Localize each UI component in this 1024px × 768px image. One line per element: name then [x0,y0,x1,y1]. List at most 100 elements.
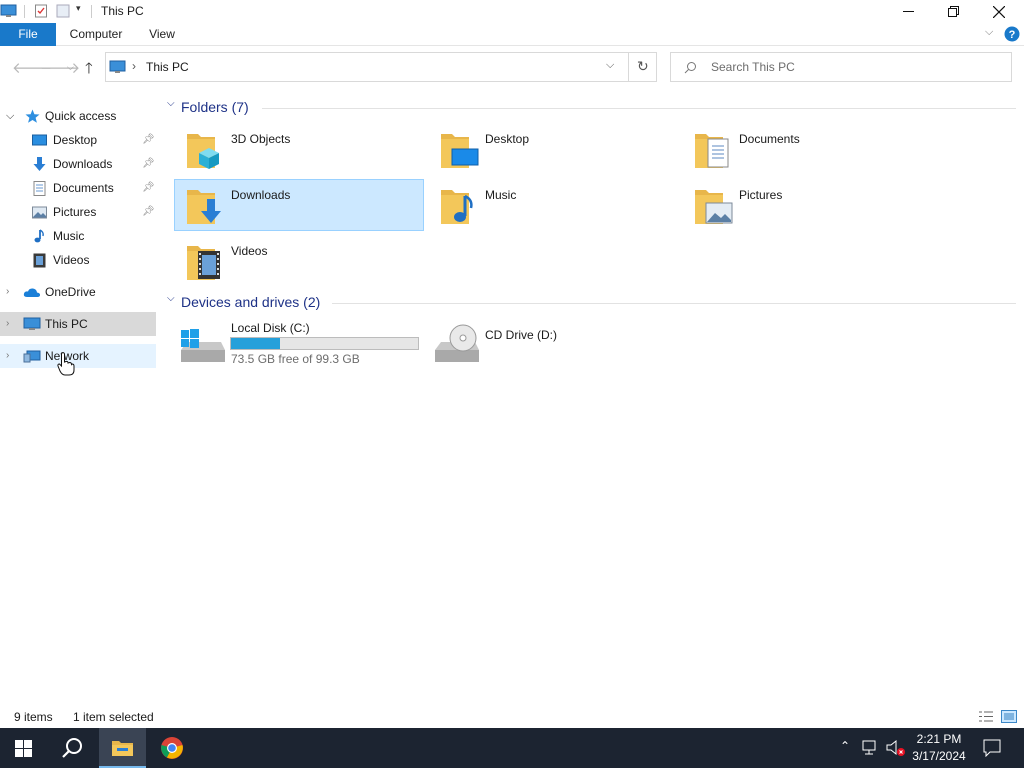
drive-tile-local-disk-c[interactable]: Local Disk (C:) 73.5 GB free of 99.3 GB [175,316,425,372]
nav-item-downloads[interactable]: Downloads 📌︎ [0,152,156,176]
close-button[interactable] [976,0,1022,23]
properties-icon[interactable] [34,4,48,18]
chevron-right-icon[interactable]: › [6,312,9,336]
nav-quick-access[interactable]: ⌵ Quick access [0,104,156,128]
windows-start-icon[interactable] [15,740,32,757]
forward-button[interactable]: 🡒 [40,58,80,77]
tab-computer[interactable]: Computer [62,23,130,46]
collapse-folders-icon[interactable]: ⌵ [167,98,175,109]
folder-tile-desktop[interactable]: Desktop [429,124,679,176]
breadcrumb-this-pc[interactable]: This PC [146,60,189,74]
nav-item-network[interactable]: › Network [0,344,156,368]
hand-cursor-icon [57,352,75,376]
pictures-icon [32,206,47,219]
this-pc-icon [23,317,41,330]
nav-item-music[interactable]: Music [0,224,156,248]
music-icon [34,229,44,243]
notifications-icon[interactable] [983,739,1001,757]
tab-view[interactable]: View [140,23,184,46]
folder-tile-pictures[interactable]: Pictures [683,180,933,232]
tab-file[interactable]: File [0,23,56,46]
divider [91,5,92,18]
new-folder-icon[interactable] [56,4,70,18]
network-icon [23,350,41,363]
nav-item-this-pc[interactable]: › This PC [0,312,156,336]
nav-item-desktop[interactable]: Desktop 📌︎ [0,128,156,152]
title-bar: ▾ This PC [0,0,1024,23]
status-selection: 1 item selected [73,710,154,724]
recent-locations-icon[interactable]: ⌵ [67,62,74,73]
chevron-right-icon[interactable]: › [6,280,9,304]
folder-label: Videos [231,244,268,258]
divider [24,5,25,18]
search-input[interactable]: Search This PC [670,52,1012,82]
drive-usage-bar [230,337,419,350]
desktop-icon [451,148,479,166]
nav-label: Downloads [53,157,113,171]
onedrive-icon [23,288,41,297]
downloads-icon [201,199,221,223]
nav-item-pictures[interactable]: Pictures 📌︎ [0,200,156,224]
nav-label: Pictures [53,205,97,219]
nav-label: OneDrive [45,285,96,299]
folder-label: 3D Objects [231,132,291,146]
nav-label: Videos [53,253,90,267]
minimize-icon [902,11,914,12]
details-view-icon[interactable] [978,710,994,723]
chevron-right-icon[interactable]: › [6,344,9,368]
folder-tile-documents[interactable]: Documents [683,124,933,176]
address-dropdown-icon[interactable]: ⌵ [606,59,614,72]
clock-time[interactable]: 2:21 PM [906,732,972,746]
drives-group-header[interactable]: Devices and drives (2) [181,294,320,310]
show-hidden-icons-icon[interactable]: ⌃ [840,739,850,753]
customize-quick-access-icon[interactable]: ▾ [76,3,81,14]
taskbar: ⌃ 2:21 PM 3/17/2024 [0,728,1024,768]
address-bar[interactable]: › This PC ⌵ ↻ [105,52,657,82]
up-button[interactable]: 🡑 [85,58,93,83]
pin-icon[interactable]: 📌︎ [142,128,155,152]
collapse-drives-icon[interactable]: ⌵ [167,293,175,304]
nav-label: Music [53,229,85,243]
folders-group-header[interactable]: Folders (7) [181,99,249,115]
nav-item-documents[interactable]: Documents 📌︎ [0,176,156,200]
navigation-pane: ⌵ Quick access Desktop 📌︎ Downloads 📌︎ D… [0,104,157,704]
clock-date[interactable]: 3/17/2024 [906,749,972,763]
nav-label: Desktop [53,133,98,147]
large-icons-view-icon[interactable] [1001,710,1017,723]
search-icon [684,62,696,74]
pin-icon[interactable]: 📌︎ [142,200,155,224]
documents-icon [33,181,46,196]
search-placeholder: Search This PC [711,60,795,74]
pin-icon[interactable]: 📌︎ [142,176,155,200]
expand-ribbon-icon[interactable]: ⌵ [985,26,993,39]
volume-muted-icon[interactable] [886,739,906,757]
taskbar-file-explorer[interactable] [99,728,146,768]
folder-tile-3d-objects[interactable]: 3D Objects [175,124,425,176]
status-bar: 9 items 1 item selected [0,706,1024,728]
divider [332,303,1016,304]
cd-drive-icon [435,324,479,362]
chevron-down-icon[interactable]: ⌵ [6,104,14,128]
chrome-icon[interactable] [160,736,184,760]
divider [262,108,1016,109]
nav-label: This PC [45,317,88,331]
restore-button[interactable] [930,0,976,23]
svg-text:?: ? [1009,29,1016,41]
pin-icon[interactable]: 📌︎ [142,152,155,176]
minimize-button[interactable] [885,0,931,23]
ribbon: File Computer View ⌵ ? [0,23,1024,46]
breadcrumb-separator-icon[interactable]: › [132,59,136,73]
drive-tile-cd-drive-d[interactable]: CD Drive (D:) [429,316,679,372]
nav-item-videos[interactable]: Videos [0,248,156,272]
refresh-icon[interactable]: ↻ [637,58,649,75]
folder-tile-music[interactable]: Music [429,180,679,232]
folder-tile-videos[interactable]: Videos [175,236,425,288]
drive-free-space: 73.5 GB free of 99.3 GB [231,352,360,366]
help-icon[interactable]: ? [1004,26,1020,42]
nav-item-onedrive[interactable]: › OneDrive [0,280,156,304]
folder-tile-downloads[interactable]: Downloads [174,179,424,231]
network-status-icon[interactable] [862,740,880,756]
search-icon[interactable] [61,737,83,759]
desktop-icon [32,134,47,146]
music-icon [454,194,473,222]
